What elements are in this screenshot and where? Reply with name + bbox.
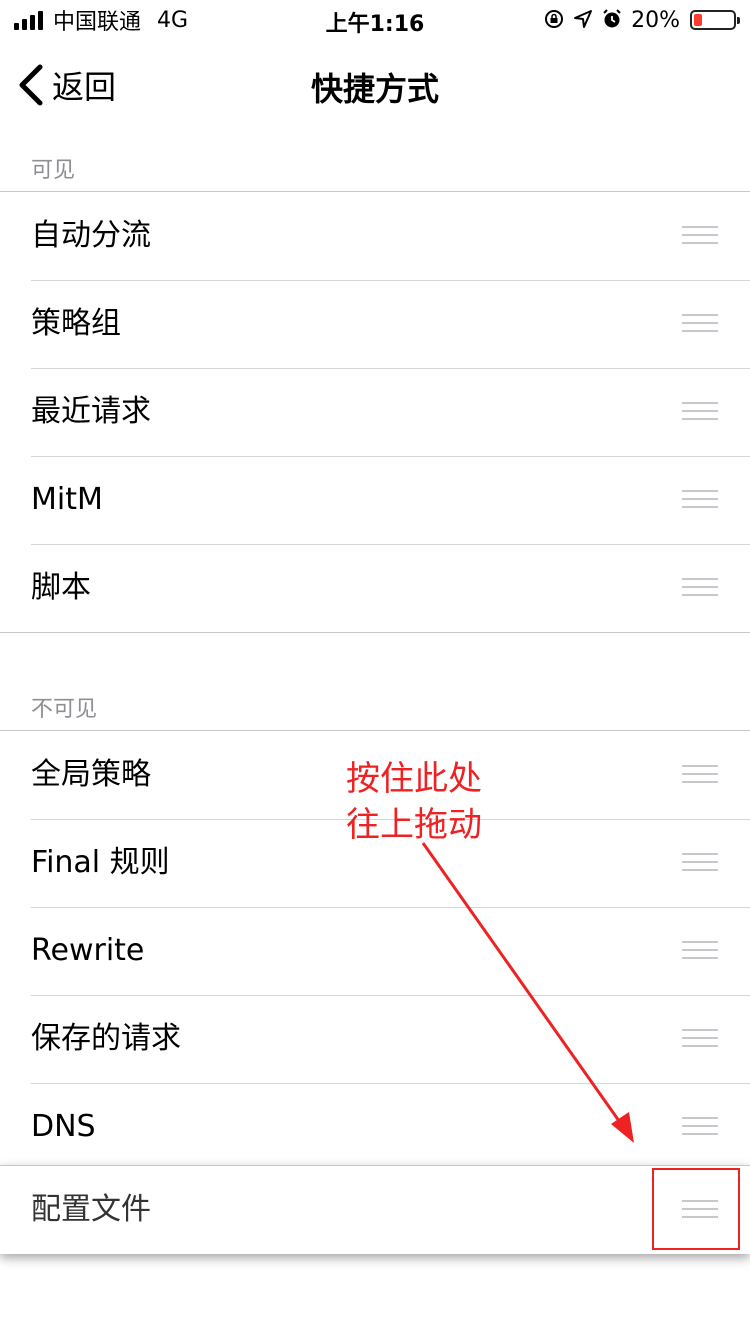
annotation-line: 往上拖动 [346,805,482,845]
reorder-handle-icon[interactable] [682,1117,718,1137]
list-item-label: 全局策略 [31,757,151,792]
list-item-label: DNS [31,1109,96,1144]
list-item-label: Rewrite [31,933,145,968]
navigation-bar: 返回 快捷方式 [0,40,750,130]
list-item-label: 策略组 [31,306,121,341]
section-header-visible: 可见 [31,158,76,183]
list-item[interactable]: DNS [0,1083,750,1171]
list-item[interactable]: MitM [0,456,750,544]
list-item[interactable]: 脚本 [0,544,750,632]
list-item-label: 配置文件 [31,1192,151,1227]
reorder-handle-icon[interactable] [682,314,718,334]
back-button[interactable]: 返回 [16,62,116,108]
reorder-handle-icon[interactable] [682,765,718,785]
annotation-highlight-box [652,1168,740,1250]
list-item[interactable]: 保存的请求 [0,995,750,1083]
location-arrow-icon [573,9,593,32]
orientation-lock-icon [543,8,565,33]
section-header-hidden: 不可见 [31,697,98,722]
reorder-handle-icon[interactable] [682,941,718,961]
alarm-icon [601,8,623,33]
list-item[interactable]: 最近请求 [0,368,750,456]
list-item[interactable]: 自动分流 [0,192,750,280]
reorder-handle-icon[interactable] [682,1029,718,1049]
reorder-handle-icon[interactable] [682,402,718,422]
battery-percent: 20% [631,7,680,33]
reorder-handle-icon[interactable] [682,490,718,510]
list-item[interactable]: Rewrite [0,907,750,995]
list-item-label: 自动分流 [31,218,151,253]
reorder-handle-icon[interactable] [682,578,718,598]
list-item-label: 最近请求 [31,394,151,429]
list-item-label: 脚本 [31,570,91,605]
list-item-label: Final 规则 [31,845,170,880]
dragging-list-item[interactable]: 配置文件 [0,1165,750,1254]
annotation-line: 按住此处 [346,759,482,799]
annotation-text: 按住此处 往上拖动 [346,756,482,848]
status-bar: 中国联通 4G 上午1:16 20% [0,0,750,40]
battery-icon [690,10,740,30]
chevron-left-icon [19,64,43,106]
reorder-handle-icon[interactable] [682,853,718,873]
reorder-handle-icon[interactable] [682,226,718,246]
back-button-label: 返回 [52,68,117,106]
status-bar-right: 20% [543,6,740,34]
list-item[interactable]: 策略组 [0,280,750,368]
visible-list: 自动分流 策略组 最近请求 MitM 脚本 [0,191,750,633]
list-item-label: MitM [31,482,103,517]
list-item-label: 保存的请求 [31,1021,181,1056]
